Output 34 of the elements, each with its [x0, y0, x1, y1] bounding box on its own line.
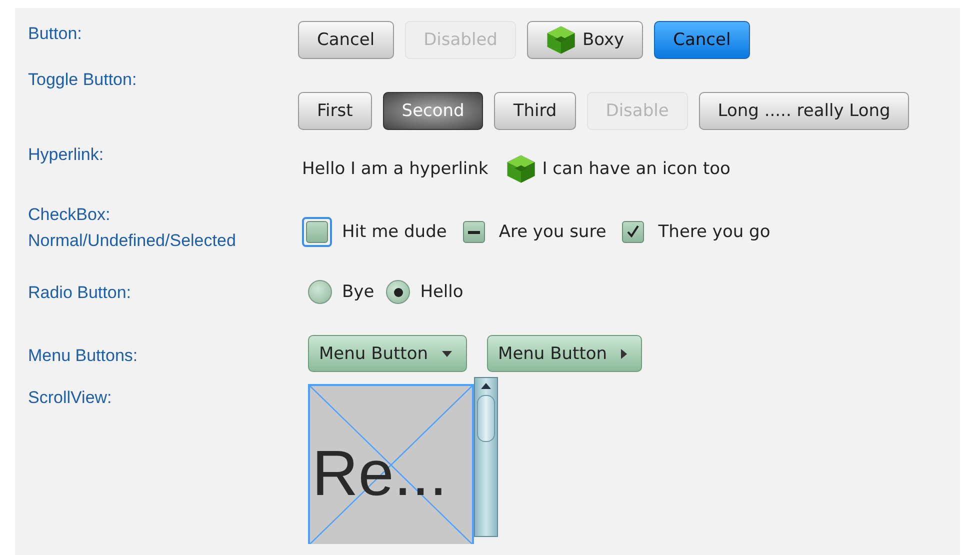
section-label: Normal/Undefined/Selected: [28, 230, 237, 252]
cube-icon: [506, 154, 536, 184]
toggle-button[interactable]: Long ..... really Long: [698, 92, 910, 130]
scrollbar[interactable]: [474, 377, 498, 537]
section-label: Menu Buttons:: [28, 345, 139, 367]
checkbox-label: There you go: [658, 222, 770, 242]
section-label: ScrollView:: [28, 387, 113, 409]
checkbox-label: Are you sure: [498, 222, 606, 242]
button[interactable]: Cancel: [298, 21, 394, 59]
cube-icon: [546, 25, 576, 55]
radio-button[interactable]: [386, 280, 410, 304]
radio-button[interactable]: [308, 280, 332, 304]
scrollbar-thumb[interactable]: [477, 395, 495, 442]
button[interactable]: Boxy: [527, 21, 644, 59]
hyperlink[interactable]: Hello I am a hyperlink: [302, 159, 488, 179]
default-button[interactable]: Cancel: [654, 21, 750, 59]
menu-button[interactable]: Menu Button: [308, 335, 468, 372]
checkbox[interactable]: [302, 217, 332, 247]
section-label: Button:: [28, 23, 83, 45]
radio-label: Hello: [420, 282, 464, 302]
toggle-button[interactable]: First: [298, 92, 372, 130]
caret-right-icon: [621, 348, 628, 358]
radio-label: Bye: [342, 282, 374, 302]
caret-down-icon: [442, 350, 452, 356]
section-label: Hyperlink:: [28, 144, 105, 166]
checkmark-icon: [625, 224, 642, 240]
checkbox-label: Hit me dude: [342, 222, 447, 242]
section-label: Toggle Button:: [28, 69, 138, 91]
hyperlink[interactable]: I can have an icon too: [542, 159, 730, 179]
up-arrow-icon[interactable]: [481, 383, 491, 389]
menu-button[interactable]: Menu Button: [487, 335, 642, 372]
section-label: CheckBox:: [28, 204, 112, 226]
toggle-button[interactable]: Third: [494, 92, 576, 130]
section-label: Radio Button:: [28, 282, 132, 304]
